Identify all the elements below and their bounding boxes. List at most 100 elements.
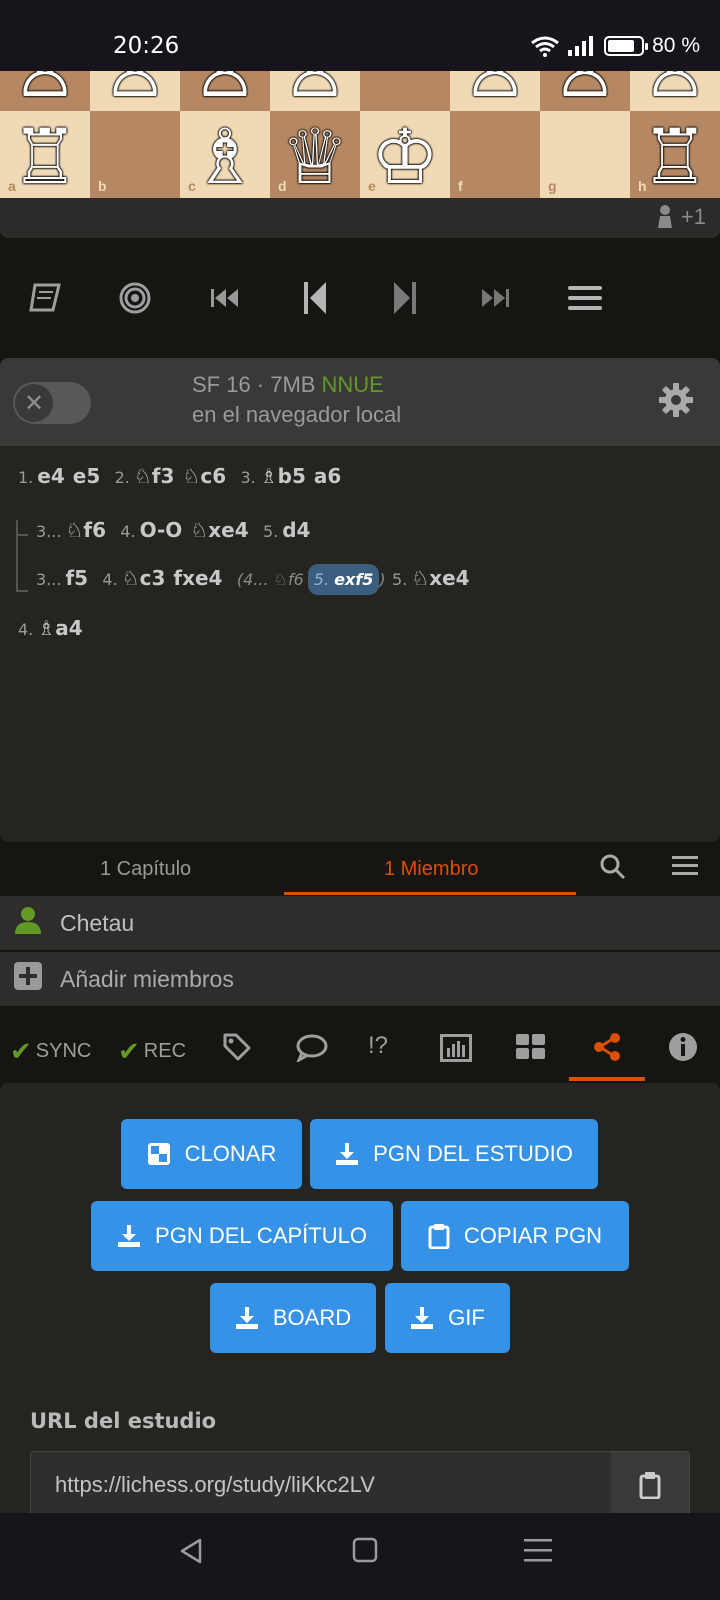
move[interactable]: ♘c6 <box>182 464 226 488</box>
sync-toggle[interactable]: ✔ SYNC <box>10 1036 91 1067</box>
back-icon[interactable] <box>178 1537 204 1573</box>
move[interactable]: O-O <box>140 518 183 542</box>
hamburger-icon <box>568 286 602 310</box>
square-h1[interactable]: ♖ h 1 <box>630 111 720 198</box>
practice-button[interactable] <box>90 260 180 336</box>
player-bar: +1 <box>0 198 720 238</box>
engine-header: ✕ SF 16 · 7MB NNUE en el navegador local <box>0 358 720 446</box>
search-icon[interactable] <box>600 854 626 887</box>
clone-label: CLONAR <box>184 1141 277 1166</box>
home-svg <box>352 1537 378 1563</box>
move[interactable]: ♘xe4 <box>411 566 469 590</box>
square-b1[interactable]: b <box>90 111 180 198</box>
info-button[interactable] <box>668 1032 698 1062</box>
square-c2[interactable]: ♙ <box>180 71 270 111</box>
current-move[interactable]: 5. exf5 <box>307 564 380 595</box>
target-icon <box>119 282 151 314</box>
study-pgn-button[interactable]: PGN DEL ESTUDIO <box>310 1119 598 1189</box>
rec-toggle[interactable]: ✔ REC <box>118 1036 186 1067</box>
move[interactable]: f5 <box>65 566 88 590</box>
battery-level: 80 % <box>652 34 700 57</box>
chess-board[interactable]: ♙ ♙ ♙ ♙ ♙ ♙ ♙ ♖a b ♗c ♕d ♔e f g ♖h1 <box>0 71 720 198</box>
copy-pgn-button[interactable]: COPIAR PGN <box>401 1201 629 1271</box>
previous-move-button[interactable] <box>270 260 360 336</box>
member-row[interactable]: Chetau <box>0 896 720 950</box>
move-number: 5. <box>313 570 330 589</box>
menu-button[interactable] <box>540 260 630 336</box>
board-download-button[interactable]: BOARD <box>210 1283 376 1353</box>
chapter-pgn-button[interactable]: PGN DEL CAPÍTULO <box>91 1201 393 1271</box>
chart-button[interactable] <box>440 1034 472 1062</box>
clone-button[interactable]: CLONAR <box>121 1119 302 1189</box>
study-url-field[interactable]: https://lichess.org/study/liKkc2LV <box>30 1451 690 1518</box>
square-f2[interactable]: ♙ <box>450 71 540 111</box>
tags-button[interactable] <box>222 1032 252 1062</box>
add-members-button[interactable]: Añadir miembros <box>0 952 720 1006</box>
white-rook-icon[interactable]: ♖ <box>11 118 79 195</box>
engine-toggle[interactable]: ✕ <box>13 382 91 424</box>
home-icon[interactable] <box>352 1537 378 1571</box>
next-move-button[interactable] <box>360 260 450 336</box>
square-f1[interactable]: f <box>450 111 540 198</box>
mainline-2: 4. ♗a4 <box>18 616 91 640</box>
white-pawn-icon[interactable]: ♙ <box>193 71 258 107</box>
move[interactable]: e4 <box>37 464 64 488</box>
move[interactable]: ♘xe4 <box>190 518 248 542</box>
tab-members[interactable]: 1 Miembro <box>384 858 478 881</box>
move[interactable]: ♗a4 <box>37 616 82 640</box>
last-move-button[interactable] <box>450 260 540 336</box>
tab-chapters[interactable]: 1 Capítulo <box>100 858 191 881</box>
study-url-value[interactable]: https://lichess.org/study/liKkc2LV <box>55 1472 375 1498</box>
status-bar: 20:26 80 % <box>0 0 720 71</box>
square-d1[interactable]: ♕ d <box>270 111 360 198</box>
square-a2[interactable]: ♙ <box>0 71 90 111</box>
move[interactable]: ♘f6 <box>65 518 106 542</box>
multiboard-button[interactable] <box>516 1034 546 1060</box>
gif-download-button[interactable]: GIF <box>385 1283 510 1353</box>
square-b2[interactable]: ♙ <box>90 71 180 111</box>
square-d2[interactable]: ♙ <box>270 71 360 111</box>
comment-icon <box>296 1034 328 1062</box>
white-pawn-icon[interactable]: ♙ <box>463 71 528 107</box>
white-pawn-icon[interactable]: ♙ <box>103 71 168 107</box>
first-move-button[interactable] <box>180 260 270 336</box>
white-rook-icon[interactable]: ♖ <box>641 118 709 195</box>
white-bishop-icon[interactable]: ♗ <box>191 118 259 195</box>
white-pawn-icon[interactable]: ♙ <box>13 71 78 107</box>
move[interactable]: ♘f3 <box>134 464 175 488</box>
study-tabs: 1 Capítulo 1 Miembro <box>0 846 720 896</box>
square-g2[interactable]: ♙ <box>540 71 630 111</box>
white-queen-icon[interactable]: ♕ <box>281 118 349 195</box>
copy-url-button[interactable] <box>611 1452 689 1518</box>
square-a1[interactable]: ♖ a <box>0 111 90 198</box>
square-g1[interactable]: g <box>540 111 630 198</box>
white-pawn-icon[interactable]: ♙ <box>553 71 618 107</box>
board-label: BOARD <box>272 1305 352 1330</box>
back-svg <box>180 1538 202 1564</box>
comment-button[interactable] <box>296 1034 328 1062</box>
move[interactable]: d4 <box>282 518 310 542</box>
share-button[interactable] <box>592 1032 622 1062</box>
move[interactable]: e5 <box>73 464 100 488</box>
move[interactable]: fxe4 <box>173 566 222 590</box>
move[interactable]: ♘c3 <box>122 566 166 590</box>
gear-icon[interactable] <box>658 382 694 427</box>
rec-label: REC <box>143 1040 187 1062</box>
download-icon <box>336 1143 359 1165</box>
wifi-icon <box>531 36 560 57</box>
white-pawn-icon[interactable]: ♙ <box>283 71 348 107</box>
tabs-menu-icon[interactable] <box>672 852 698 883</box>
move[interactable]: ♗b5 <box>260 464 306 488</box>
square-e1[interactable]: ♔ e <box>360 111 450 198</box>
glyphs-button[interactable]: !? <box>368 1032 388 1060</box>
move[interactable]: exf5 <box>334 570 373 589</box>
square-h2[interactable]: ♙ <box>630 71 720 111</box>
square-c1[interactable]: ♗ c <box>180 111 270 198</box>
white-pawn-icon[interactable]: ♙ <box>643 71 708 107</box>
white-king-icon[interactable]: ♔ <box>371 118 439 195</box>
move[interactable]: a6 <box>314 464 341 488</box>
square-e2[interactable] <box>360 71 450 111</box>
recents-icon[interactable] <box>524 1537 552 1571</box>
opening-book-button[interactable] <box>0 260 90 336</box>
inline-move[interactable]: ♘f6 <box>274 570 304 589</box>
